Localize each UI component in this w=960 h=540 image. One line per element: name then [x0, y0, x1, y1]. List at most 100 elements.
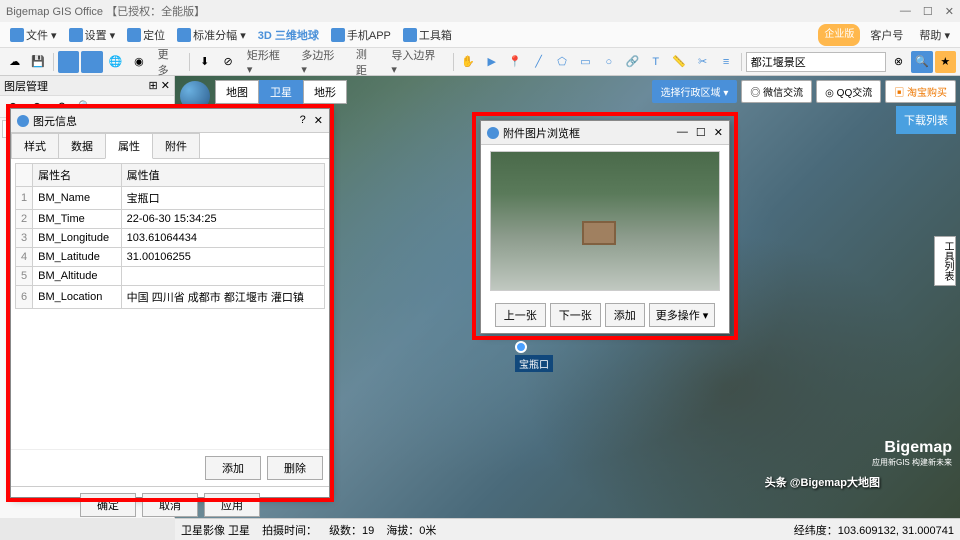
menu-file[interactable]: 文件 ▾: [4, 24, 63, 46]
dialog-icon: [487, 127, 499, 139]
sidebar-menu-icon[interactable]: ⊞ ✕: [149, 79, 171, 92]
box-icon[interactable]: ▭: [575, 51, 596, 73]
map-marker[interactable]: 宝瓶口: [515, 341, 553, 372]
sidebar-title: 图层管理: [4, 78, 48, 94]
ruler-icon[interactable]: 📏: [668, 51, 689, 73]
download-list-button[interactable]: 下载列表: [896, 106, 956, 134]
app-title: Bigemap GIS Office 【已授权：全能版】: [6, 3, 205, 19]
prev-button[interactable]: 上一张: [495, 303, 546, 327]
earth-icon[interactable]: 🌐: [105, 51, 126, 73]
status-level: 级数：19: [329, 522, 374, 538]
layer2-icon[interactable]: [81, 51, 102, 73]
cloud-icon[interactable]: ☁: [4, 51, 25, 73]
layer1-icon[interactable]: [58, 51, 79, 73]
pin-icon: [515, 341, 527, 353]
search-button[interactable]: 🔍: [911, 51, 932, 73]
col-name: 属性名: [33, 164, 122, 187]
qq-button[interactable]: ◎ QQ交流: [816, 80, 881, 103]
wechat-button[interactable]: ◎ 微信交流: [741, 80, 812, 103]
globe-icon[interactable]: [180, 81, 210, 111]
maximize-icon[interactable]: ☐: [696, 126, 706, 139]
tab-data[interactable]: 数据: [58, 133, 106, 158]
add-button[interactable]: 添加: [205, 456, 261, 480]
menu-toolbox[interactable]: 工具箱: [397, 24, 458, 46]
more-button[interactable]: 更多操作 ▾: [649, 303, 716, 327]
tab-attach[interactable]: 附件: [152, 133, 200, 158]
help-icon[interactable]: ?: [300, 114, 306, 127]
close-icon[interactable]: ✕: [714, 126, 723, 139]
phone-icon: [331, 28, 345, 42]
crop-icon[interactable]: ✂: [692, 51, 713, 73]
apply-button[interactable]: 应用: [204, 493, 260, 517]
table-row[interactable]: 4BM_Latitude31.00106255: [16, 248, 325, 267]
search-input[interactable]: [746, 52, 886, 72]
more-button[interactable]: 更多: [152, 44, 185, 80]
marker-label: 宝瓶口: [515, 355, 553, 372]
import-button[interactable]: 导入边界 ▾: [385, 45, 448, 78]
rect-button[interactable]: 矩形框 ▾: [241, 45, 294, 78]
toolbox-icon: [403, 28, 417, 42]
tab-terrain[interactable]: 地形: [303, 80, 347, 104]
delete-button[interactable]: 删除: [267, 456, 323, 480]
table-row[interactable]: 1BM_Name宝瓶口: [16, 187, 325, 210]
download-icon[interactable]: ⬇: [194, 51, 215, 73]
dialog-icon: [17, 115, 29, 127]
minimize-icon[interactable]: —: [900, 5, 911, 18]
status-alt: 海拔：0米: [386, 522, 436, 538]
menu-3d[interactable]: 3D 三维地球: [252, 24, 325, 46]
sidebar-header: 图层管理 ⊞ ✕: [0, 76, 174, 96]
grid-icon: [177, 28, 191, 42]
next-button[interactable]: 下一张: [550, 303, 601, 327]
measure-button[interactable]: 测距: [350, 44, 383, 80]
main-toolbar: ☁ 💾 🌐 ◉ 更多 ⬇ ⊘ 矩形框 ▾ 多边形 ▾ 测距 导入边界 ▾ ✋ ▶…: [0, 48, 960, 76]
close-icon[interactable]: ✕: [314, 114, 323, 127]
enterprise-badge[interactable]: 企业版: [818, 24, 860, 46]
attach-title: 附件图片浏览框: [503, 125, 580, 141]
maximize-icon[interactable]: ☐: [923, 5, 933, 18]
tab-style[interactable]: 样式: [11, 133, 59, 158]
cancel-button[interactable]: 取消: [142, 493, 198, 517]
shape-icon[interactable]: ⬠: [551, 51, 572, 73]
marker-icon[interactable]: 📍: [504, 51, 525, 73]
taobao-button[interactable]: ▣ 淘宝购买: [885, 80, 956, 103]
dialog-title: 图元信息: [33, 113, 77, 129]
table-row[interactable]: 2BM_Time22-06-30 15:34:25: [16, 210, 325, 229]
attribute-table: 属性名属性值 1BM_Name宝瓶口 2BM_Time22-06-30 15:3…: [15, 163, 325, 309]
help-menu[interactable]: 帮助 ▾: [913, 24, 956, 46]
tool-list-button[interactable]: 工具列表: [934, 236, 956, 286]
menu-settings[interactable]: 设置 ▾: [63, 24, 122, 46]
region-select-button[interactable]: 选择行政区域 ▾: [652, 80, 738, 103]
table-row[interactable]: 6BM_Location中国 四川省 成都市 都江堰市 灌口镇: [16, 286, 325, 309]
clear-search-icon[interactable]: ⊗: [888, 51, 909, 73]
feature-info-dialog: 图元信息 ? ✕ 样式 数据 属性 附件 属性名属性值 1BM_Name宝瓶口 …: [10, 108, 330, 498]
close-icon[interactable]: ✕: [945, 5, 954, 18]
circle-icon[interactable]: ○: [598, 51, 619, 73]
menu-mobile[interactable]: 手机APP: [325, 24, 397, 46]
customer-id[interactable]: 客户号: [864, 24, 909, 46]
link-icon[interactable]: 🔗: [622, 51, 643, 73]
tab-satellite[interactable]: 卫星: [259, 80, 303, 104]
save-icon[interactable]: 💾: [27, 51, 48, 73]
text-icon[interactable]: T: [645, 51, 666, 73]
hand-icon[interactable]: ✋: [458, 51, 479, 73]
menu-locate[interactable]: 定位: [121, 24, 171, 46]
star-icon[interactable]: ★: [935, 51, 956, 73]
minimize-icon[interactable]: —: [677, 126, 688, 139]
table-row[interactable]: 5BM_Altitude: [16, 267, 325, 286]
tab-map[interactable]: 地图: [215, 80, 259, 104]
attachment-image: [490, 151, 720, 291]
layers-icon[interactable]: ≡: [715, 51, 736, 73]
ok-button[interactable]: 确定: [80, 493, 136, 517]
sat-icon[interactable]: ◉: [128, 51, 149, 73]
main-menubar: 文件 ▾ 设置 ▾ 定位 标准分幅 ▾ 3D 三维地球 手机APP 工具箱 企业…: [0, 22, 960, 48]
file-icon: [10, 28, 24, 42]
line-icon[interactable]: ╱: [528, 51, 549, 73]
menu-grid[interactable]: 标准分幅 ▾: [171, 24, 252, 46]
play-icon[interactable]: ▶: [481, 51, 502, 73]
polygon-button[interactable]: 多边形 ▾: [295, 45, 348, 78]
status-layer: 卫星影像 卫星: [181, 522, 250, 538]
add-button[interactable]: 添加: [605, 303, 645, 327]
clear-icon[interactable]: ⊘: [217, 51, 238, 73]
table-row[interactable]: 3BM_Longitude103.61064434: [16, 229, 325, 248]
tab-attr[interactable]: 属性: [105, 133, 153, 159]
